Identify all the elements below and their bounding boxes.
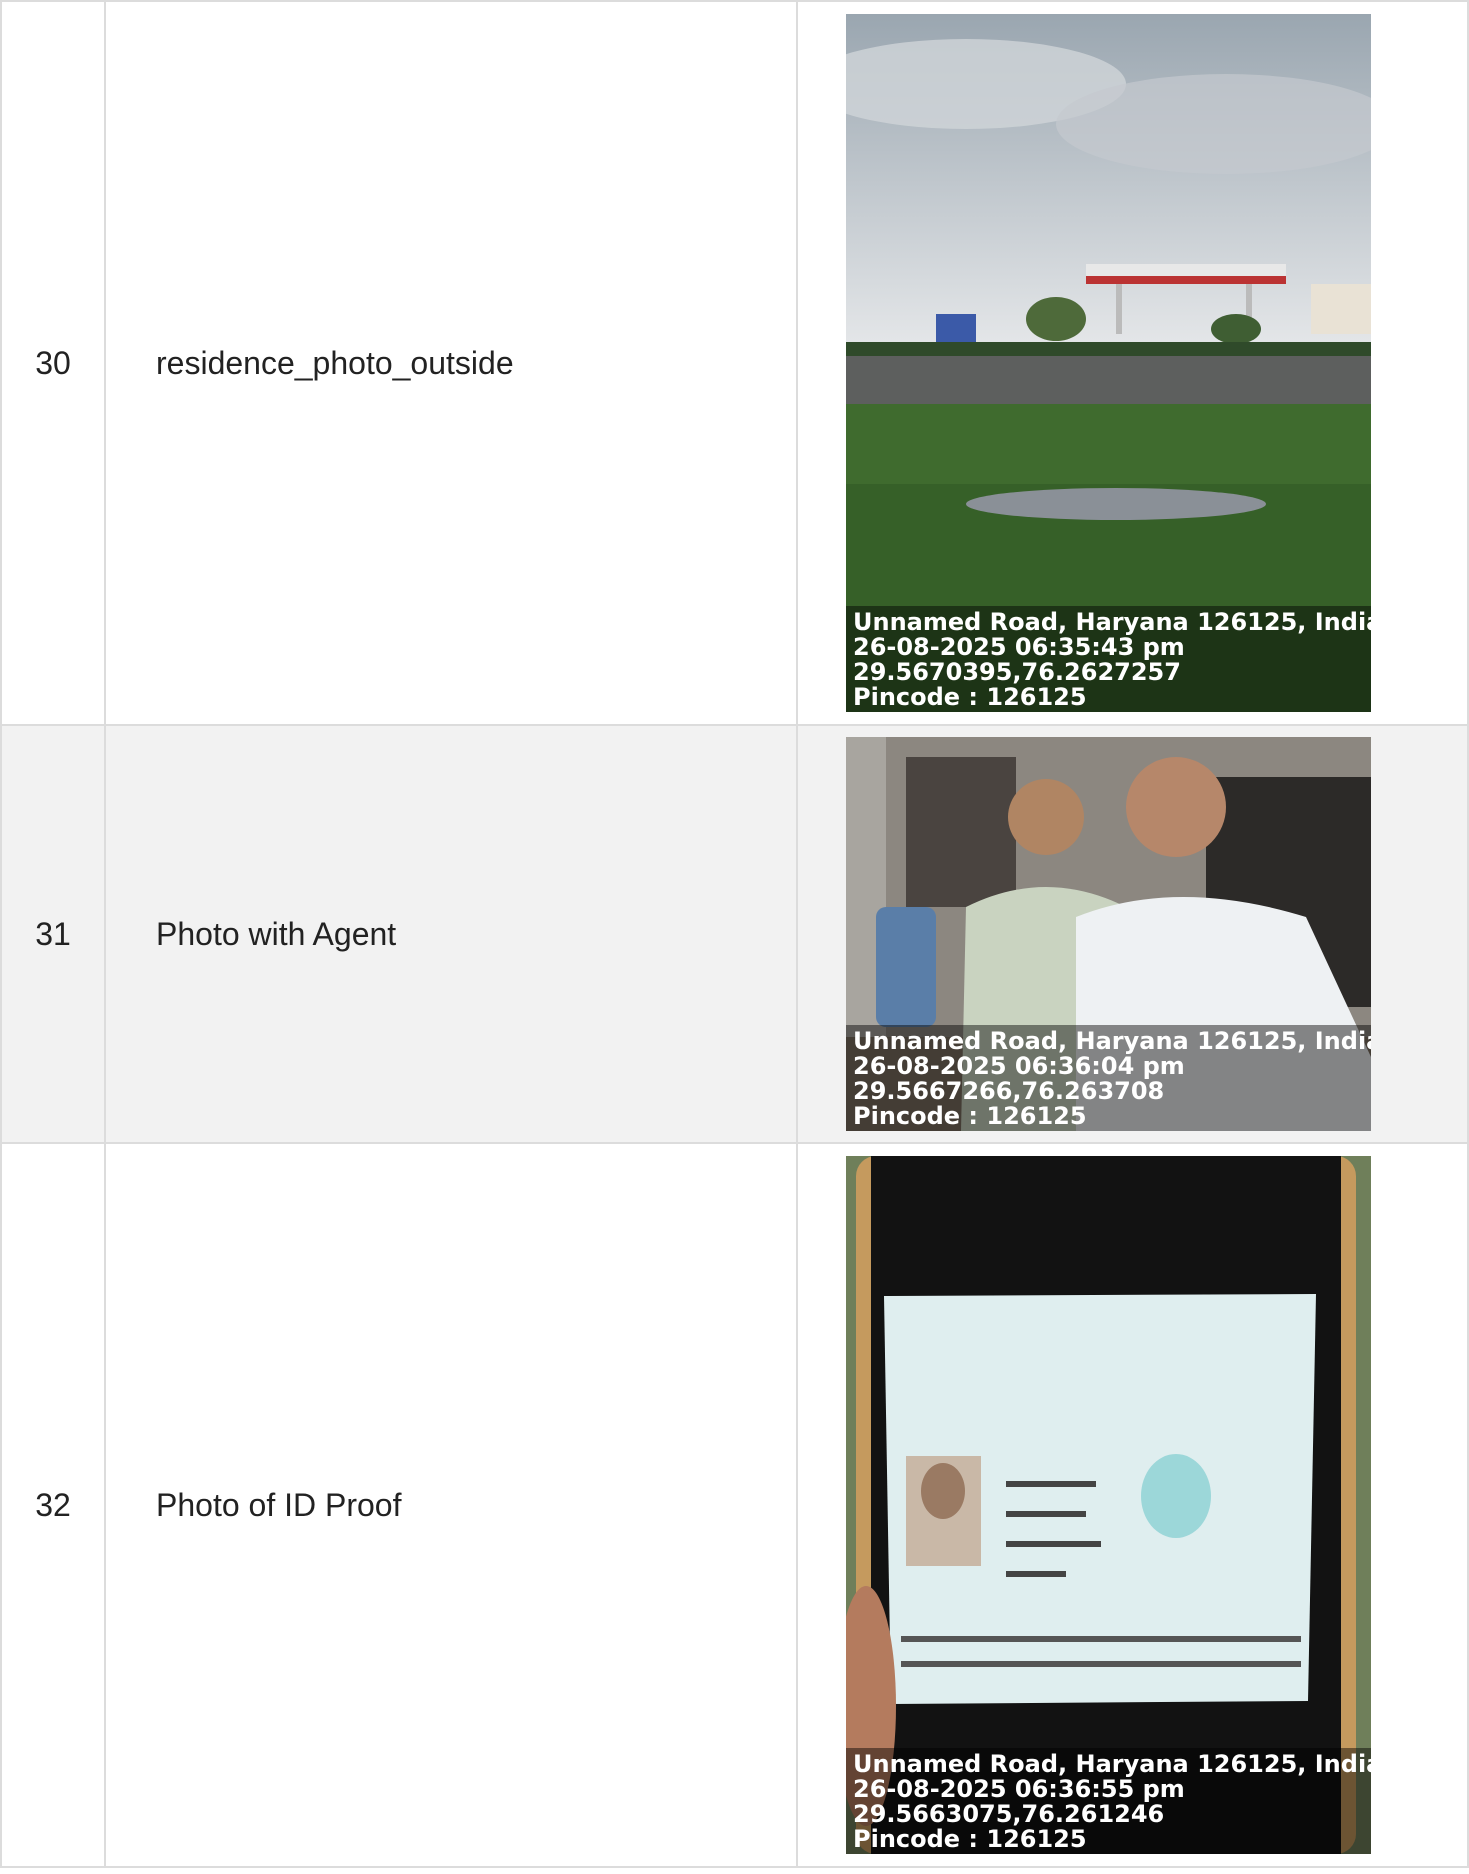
stamp-pincode: Pincode : 126125 xyxy=(853,683,1087,711)
geo-stamp: Unnamed Road, Haryana 126125, India ... … xyxy=(846,606,1371,712)
stamp-datetime: 26-08-2025 06:36:55 pm xyxy=(853,1775,1185,1803)
stamp-pincode: Pincode : 126125 xyxy=(853,1102,1087,1130)
row-label: Photo of ID Proof xyxy=(104,1142,798,1868)
photo-with-agent: Unnamed Road, Haryana 126125, India ... … xyxy=(846,737,1371,1131)
row-number: 32 xyxy=(0,1142,106,1868)
residence-outside-photo: Unnamed Road, Haryana 126125, India ... … xyxy=(846,14,1371,712)
row-number: 31 xyxy=(0,724,106,1144)
verification-photo-table: 30 residence_photo_outside Unnamed Road,… xyxy=(0,0,1469,1868)
photo-cell: Unnamed Road, Haryana 126125, India ... … xyxy=(796,724,1469,1144)
stamp-coords: 29.5667266,76.263708 xyxy=(853,1077,1165,1105)
photo-cell: Unnamed Road, Haryana 126125, India ... … xyxy=(796,0,1469,726)
row-label: Photo with Agent xyxy=(104,724,798,1144)
geo-stamp: Unnamed Road, Haryana 126125, India ... … xyxy=(846,1025,1371,1131)
stamp-address: Unnamed Road, Haryana 126125, India ... xyxy=(853,608,1371,636)
stamp-coords: 29.5670395,76.2627257 xyxy=(853,658,1181,686)
geo-stamp: Unnamed Road, Haryana 126125, India ... … xyxy=(846,1748,1371,1854)
id-proof-photo: Unnamed Road, Haryana 126125, India ... … xyxy=(846,1156,1371,1854)
stamp-pincode: Pincode : 126125 xyxy=(853,1825,1087,1853)
photo-cell: Unnamed Road, Haryana 126125, India ... … xyxy=(796,1142,1469,1868)
row-number: 30 xyxy=(0,0,106,726)
stamp-datetime: 26-08-2025 06:36:04 pm xyxy=(853,1052,1185,1080)
row-label: residence_photo_outside xyxy=(104,0,798,726)
stamp-address: Unnamed Road, Haryana 126125, India ... xyxy=(853,1750,1371,1778)
table-row: 30 residence_photo_outside Unnamed Road,… xyxy=(0,0,1469,726)
stamp-address: Unnamed Road, Haryana 126125, India ... xyxy=(853,1027,1371,1055)
stamp-coords: 29.5663075,76.261246 xyxy=(853,1800,1165,1828)
table-row: 32 Photo of ID Proof Unnamed Road, Harya… xyxy=(0,1142,1469,1868)
stamp-datetime: 26-08-2025 06:35:43 pm xyxy=(853,633,1185,661)
table-row: 31 Photo with Agent Unnamed Road, Haryan… xyxy=(0,724,1469,1144)
